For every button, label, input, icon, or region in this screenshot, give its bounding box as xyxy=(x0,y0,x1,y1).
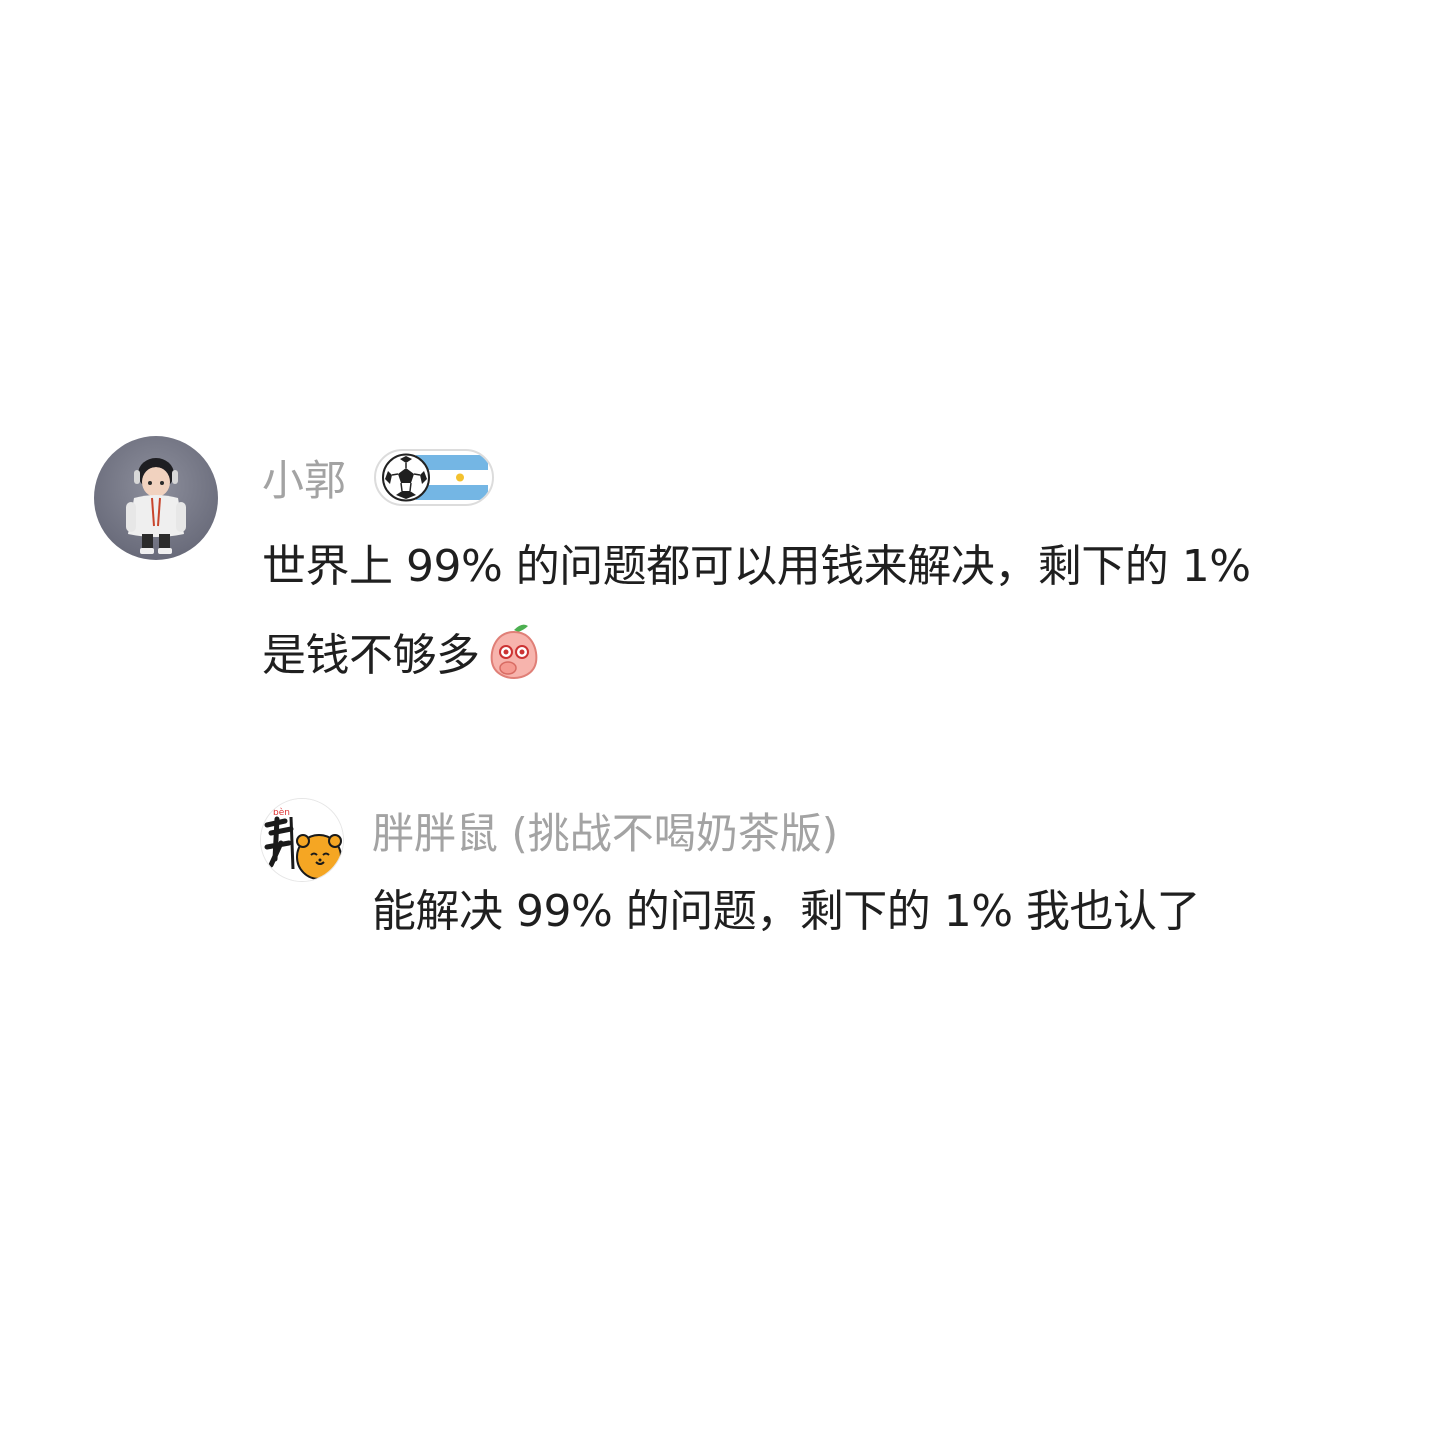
comment-text: 能解决 99% 的问题，剩下的 1% 我也认了 xyxy=(372,886,1201,937)
comment-text-line: 是钱不够多 xyxy=(262,622,1251,680)
comment-text: 世界上 99% 的问题都可以用钱来解决，剩下的 1% 是钱不够多 xyxy=(262,545,1251,699)
comment-text-segment: 是钱不够多 xyxy=(262,630,480,681)
comment-text-line: 能解决 99% 的问题，剩下的 1% 我也认了 xyxy=(372,886,1201,937)
football-argentina-badge-icon[interactable] xyxy=(374,449,494,506)
comment-text-line: 世界上 99% 的问题都可以用钱来解决，剩下的 1% xyxy=(262,541,1251,592)
svg-text:bèn: bèn xyxy=(273,807,290,818)
username[interactable]: 胖胖鼠 (挑战不喝奶茶版) xyxy=(372,811,838,857)
avatar[interactable]: bèn xyxy=(260,798,344,882)
avatar-character-icon xyxy=(126,458,186,554)
peach-shy-emoji-icon xyxy=(486,622,542,680)
avatar[interactable] xyxy=(94,436,218,560)
hamster-avatar-icon: bèn xyxy=(261,799,343,881)
username[interactable]: 小郭 xyxy=(262,458,346,504)
